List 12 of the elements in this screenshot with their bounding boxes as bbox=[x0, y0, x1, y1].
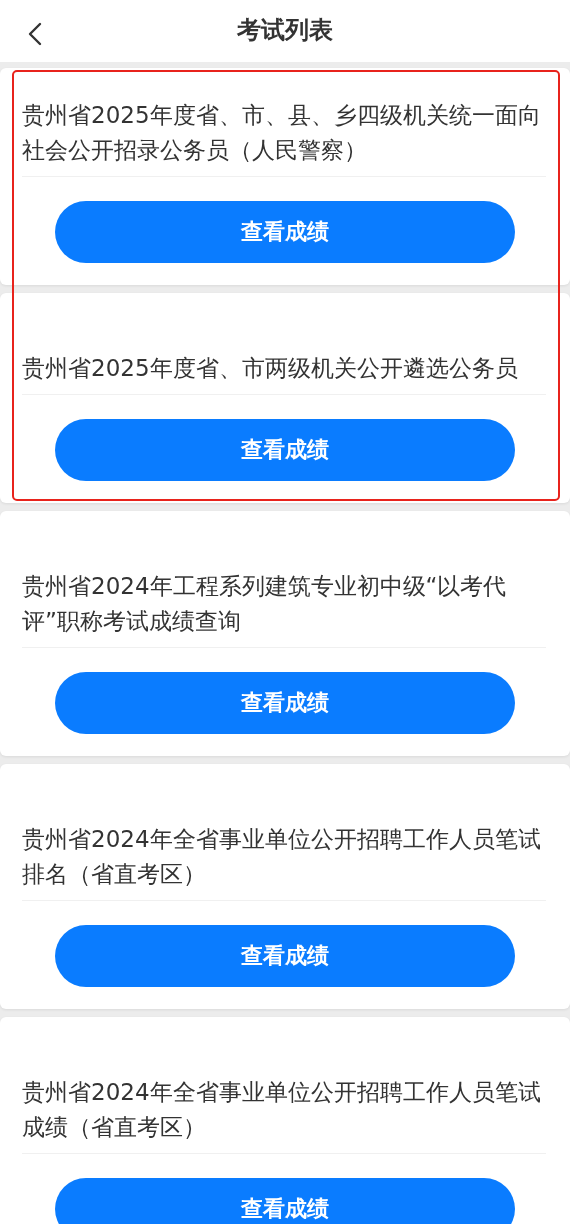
exam-title: 贵州省2024年全省事业单位公开招聘工作人员笔试成绩（省直考区） bbox=[22, 1078, 542, 1142]
exam-title: 贵州省2025年度省、市、县、乡四级机关统一面向社会公开招录公务员（人民警察） bbox=[22, 101, 542, 165]
view-score-button[interactable]: 查看成绩 bbox=[55, 419, 515, 481]
view-score-button[interactable]: 查看成绩 bbox=[55, 1178, 515, 1224]
exam-title: 贵州省2024年全省事业单位公开招聘工作人员笔试排名（省直考区） bbox=[22, 825, 542, 889]
exam-title: 贵州省2024年工程系列建筑专业初中级“以考代评”职称考试成绩查询 bbox=[22, 572, 508, 636]
view-score-button[interactable]: 查看成绩 bbox=[55, 925, 515, 987]
exam-title: 贵州省2025年度省、市两级机关公开遴选公务员 bbox=[22, 354, 519, 383]
page-title: 考试列表 bbox=[237, 15, 333, 46]
back-icon[interactable] bbox=[28, 22, 42, 46]
view-score-button[interactable]: 查看成绩 bbox=[55, 201, 515, 263]
view-score-button[interactable]: 查看成绩 bbox=[55, 672, 515, 734]
